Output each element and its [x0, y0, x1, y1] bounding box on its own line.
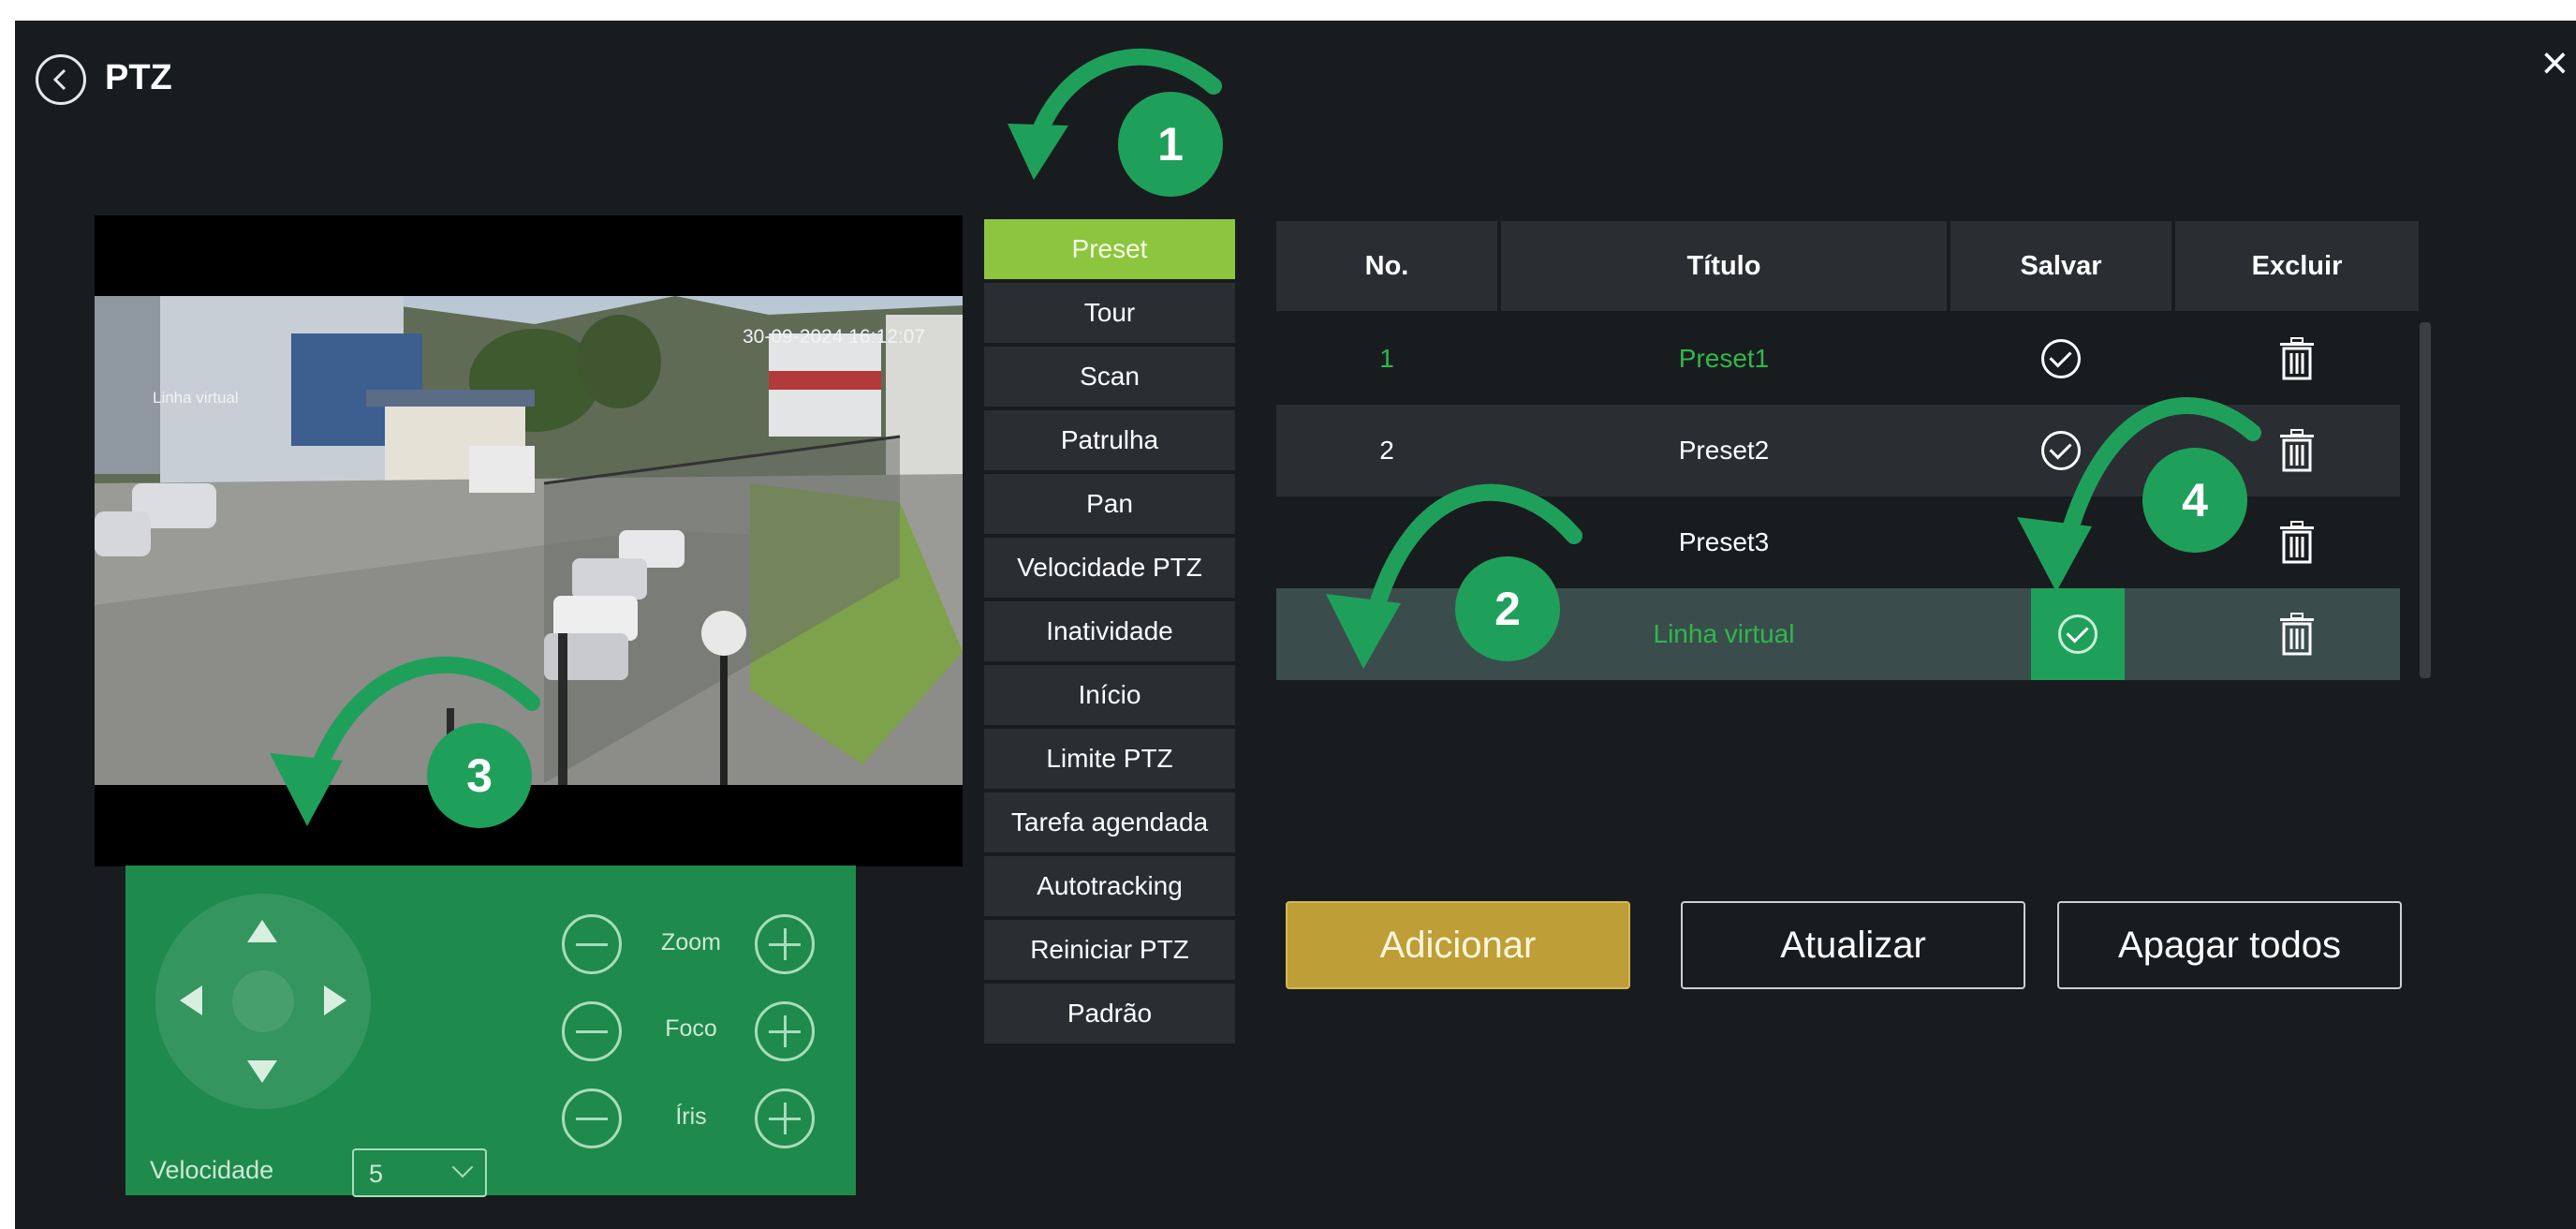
- arrow-4-head-icon: [2017, 517, 2092, 592]
- step-badge-1: 1: [1118, 92, 1223, 197]
- ptz-window: PTZ × 30-09-2024 16:12:07 Linha virtual …: [15, 21, 2576, 1229]
- arrow-1-head-icon: [1008, 124, 1068, 180]
- arrow-3-head-icon: [270, 753, 343, 826]
- step-badge-4: 4: [2142, 448, 2247, 553]
- annotation-arrows: [270, 48, 2261, 826]
- step-badge-2: 2: [1455, 556, 1560, 661]
- arrow-2-head-icon: [1326, 594, 1401, 669]
- step-badge-3: 3: [427, 723, 532, 828]
